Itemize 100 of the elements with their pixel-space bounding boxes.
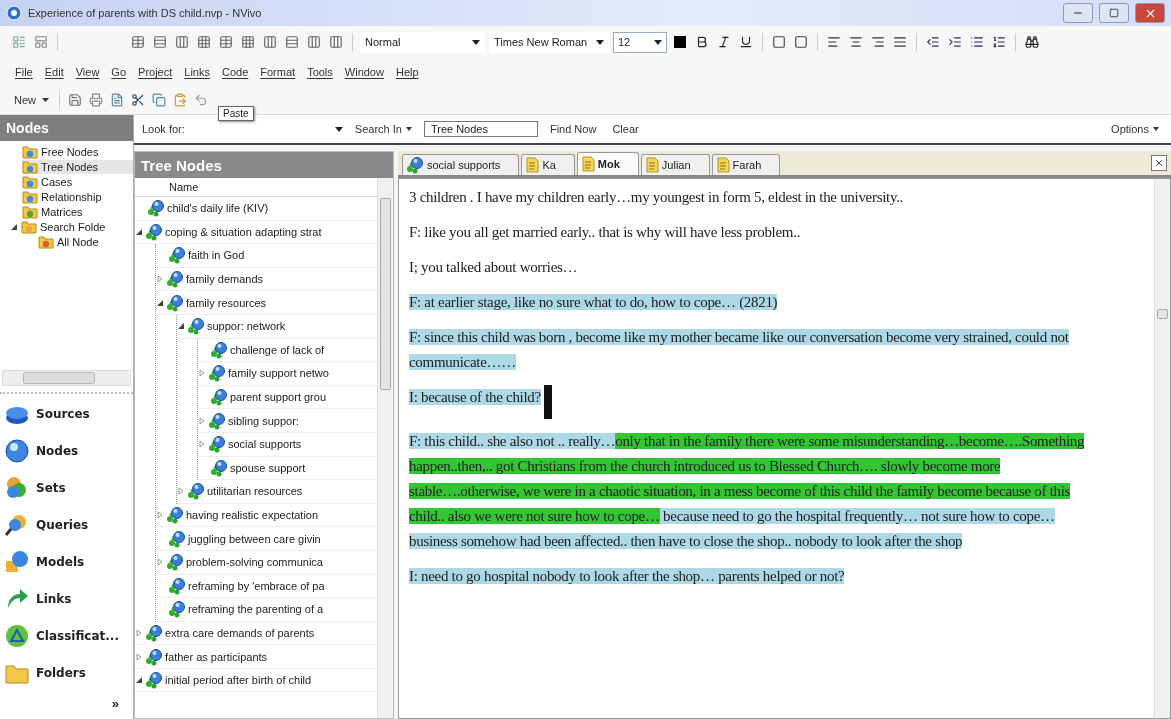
tree-node-label[interactable]: challenge of lack of [230, 343, 325, 356]
horizontal-scrollbar[interactable] [2, 370, 131, 386]
menu-item[interactable]: Window [339, 66, 389, 78]
tree-node-label[interactable]: problem-solving communica [186, 556, 323, 569]
expanded-arrow-icon[interactable] [177, 322, 185, 331]
close-button[interactable] [1135, 3, 1165, 23]
tree-node-label[interactable]: child's daily life (KIV) [167, 202, 269, 215]
collapsed-arrow-icon[interactable] [156, 558, 164, 567]
shading-icon[interactable] [792, 33, 810, 51]
collapsed-arrow-icon[interactable] [135, 652, 143, 661]
tree-node-label[interactable]: suppor: network [207, 320, 286, 333]
tree-node-label[interactable]: father as participants [165, 650, 268, 663]
document-tab[interactable]: Farah [711, 154, 781, 175]
more-sections-button[interactable]: » [111, 696, 119, 711]
menu-item[interactable]: File [10, 66, 38, 78]
table-icon[interactable] [261, 33, 279, 51]
collapsed-arrow-icon[interactable] [198, 369, 206, 378]
nav-folder-item[interactable]: Cases [22, 175, 133, 189]
nav-folder-item[interactable]: Free Nodes [22, 145, 133, 159]
table-icon[interactable] [173, 33, 191, 51]
expanded-arrow-icon[interactable] [135, 676, 143, 685]
detail-view-icon[interactable] [32, 33, 50, 51]
table-icon[interactable] [217, 33, 235, 51]
clear-button[interactable]: Clear [608, 123, 643, 135]
binoculars-icon[interactable] [1023, 33, 1041, 51]
search-in-button[interactable]: Search In [350, 123, 416, 135]
collapsed-arrow-icon[interactable] [156, 511, 164, 519]
new-button[interactable]: New [10, 94, 53, 106]
tree-node-label[interactable]: utilitarian resources [207, 485, 303, 498]
nav-section-button[interactable]: Nodes [4, 437, 129, 465]
menu-item[interactable]: View [70, 66, 105, 78]
nav-folder-item[interactable]: Relationship [22, 190, 133, 204]
column-header[interactable]: Name [135, 178, 377, 197]
collapsed-arrow-icon[interactable] [198, 416, 206, 425]
collapsed-arrow-icon[interactable] [198, 440, 206, 449]
tree-node-label[interactable]: extra care demands of parents [165, 627, 315, 639]
table-icon[interactable] [195, 33, 213, 51]
menu-item[interactable]: Project [133, 66, 178, 78]
vertical-scrollbar[interactable] [377, 178, 393, 718]
nav-section-button[interactable]: Classificat... [4, 622, 129, 650]
table-icon[interactable] [129, 33, 147, 51]
expanded-arrow-icon[interactable] [10, 223, 18, 231]
font-dropdown[interactable]: Times New Roman [489, 31, 609, 53]
nav-section-button[interactable]: Folders [4, 659, 129, 687]
expanded-arrow-icon[interactable] [156, 298, 164, 307]
close-tab-icon[interactable] [1151, 155, 1167, 171]
tree-node-label[interactable]: reframing the parenting of a [188, 603, 324, 616]
tree-node-label[interactable]: spouse support [230, 461, 306, 474]
vertical-scrollbar[interactable] [1154, 179, 1170, 718]
table-icon[interactable] [305, 33, 323, 51]
search-in-field[interactable]: Tree Nodes [423, 121, 538, 137]
tree-node-label[interactable]: coping & situation adapting strat [165, 225, 322, 238]
nav-folder-item[interactable]: Search Folde [10, 220, 133, 234]
nav-section-button[interactable]: Models [4, 548, 129, 576]
menu-item[interactable]: Links [179, 66, 215, 78]
border-icon[interactable] [770, 33, 788, 51]
document-tab[interactable]: Ka [521, 154, 575, 175]
nav-folder-item[interactable]: Tree Nodes [22, 160, 133, 174]
tree-node-label[interactable]: having realistic expectation [186, 509, 319, 521]
nav-folder-item[interactable]: Matrices [22, 205, 133, 219]
nav-folder-item[interactable]: All Node [22, 235, 133, 249]
menu-item[interactable]: Help [390, 66, 424, 78]
tree-node-label[interactable]: family support netwo [228, 367, 329, 380]
menu-item[interactable]: Format [255, 66, 301, 78]
options-button[interactable]: Options [1107, 123, 1163, 135]
print-icon[interactable] [87, 91, 105, 109]
tree-node-label[interactable]: initial period after birth of child [165, 674, 312, 687]
nav-section-button[interactable]: Sources [4, 400, 129, 428]
list-view-icon[interactable] [10, 33, 28, 51]
tree-node-label[interactable]: parent support grou [230, 391, 326, 404]
expanded-arrow-icon[interactable] [135, 227, 143, 236]
tree-node-label[interactable]: faith in God [188, 249, 245, 262]
text-color-icon[interactable] [671, 33, 689, 51]
save-icon[interactable] [66, 91, 84, 109]
table-icon[interactable] [283, 33, 301, 51]
tree-node-label[interactable]: social supports [228, 438, 302, 451]
table-icon[interactable] [239, 33, 257, 51]
nav-section-button[interactable]: Queries [4, 511, 129, 539]
document-tab[interactable]: social supports [402, 154, 520, 175]
font-size-dropdown[interactable]: 12 [613, 31, 667, 53]
table-icon[interactable] [327, 33, 345, 51]
tree-node-label[interactable]: family resources [186, 296, 267, 309]
tree-node-label[interactable]: juggling between care givin [188, 532, 321, 545]
menu-item[interactable]: Edit [39, 66, 69, 78]
tree-node-label[interactable]: sibling suppor: [228, 414, 299, 427]
minimize-button[interactable] [1063, 3, 1093, 23]
document-tab[interactable]: Mok [576, 152, 639, 175]
tree-node-label[interactable]: reframing by 'embrace of pa [188, 579, 325, 592]
table-icon[interactable] [151, 33, 169, 51]
find-now-button[interactable]: Find Now [545, 123, 601, 135]
document-tab[interactable]: Julian [640, 154, 710, 175]
collapsed-arrow-icon[interactable] [177, 487, 185, 496]
menu-item[interactable]: Go [106, 66, 132, 78]
collapsed-arrow-icon[interactable] [156, 275, 164, 284]
collapsed-arrow-icon[interactable] [135, 629, 143, 637]
tree-node-label[interactable]: family demands [186, 273, 264, 286]
maximize-button[interactable] [1099, 3, 1129, 23]
style-dropdown[interactable]: Normal [360, 31, 485, 53]
nav-section-button[interactable]: Links [4, 585, 129, 613]
menu-item[interactable]: Tools [302, 66, 338, 78]
